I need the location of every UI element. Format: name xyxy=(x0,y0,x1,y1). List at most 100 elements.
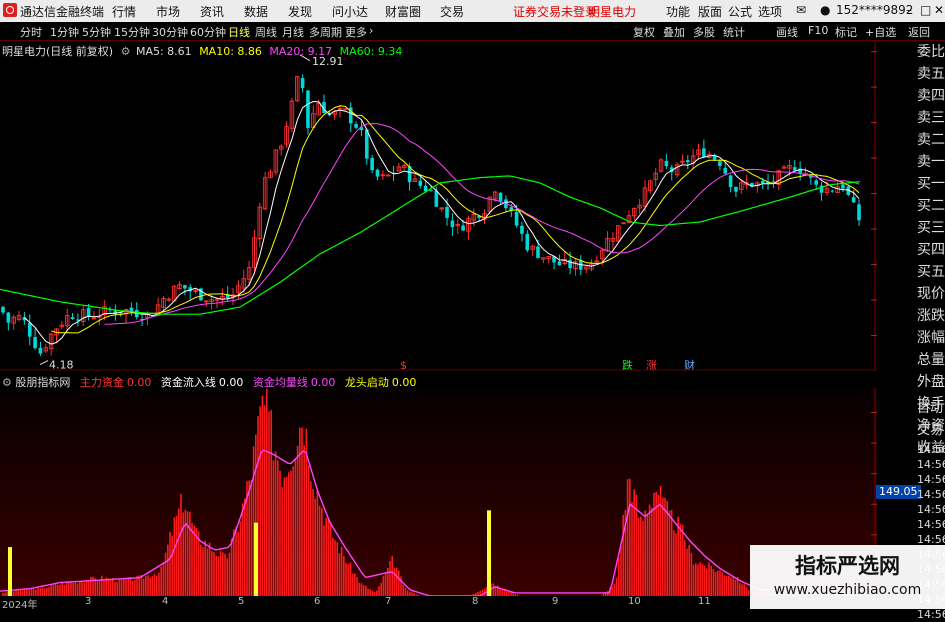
maximize-icon[interactable]: □ xyxy=(920,3,931,17)
fund-bar xyxy=(72,583,74,596)
fund-bar xyxy=(244,498,246,596)
fund-bar xyxy=(717,570,719,596)
menu-caifuquan[interactable]: 财富圈 xyxy=(385,3,421,20)
fund-bar xyxy=(398,571,400,596)
candle xyxy=(552,256,556,269)
tool-zixuan[interactable]: +自选 xyxy=(865,24,896,40)
candle xyxy=(312,106,316,129)
fund-bar xyxy=(330,522,332,596)
top-menu-bar: 通达信金融终端 行情 市场 资讯 数据 发现 问小达 财富圈 交易 证券交易未登… xyxy=(0,0,945,23)
fund-bar xyxy=(248,480,250,596)
quote-label-0: 委比 xyxy=(917,41,945,63)
chat-icon[interactable]: ✉ xyxy=(796,3,806,17)
tool-tongji[interactable]: 统计 xyxy=(723,24,745,40)
tool-f10[interactable]: F10 xyxy=(808,24,828,37)
fund-bar xyxy=(31,589,33,596)
menu-gongshi[interactable]: 公式 xyxy=(728,3,752,20)
candle xyxy=(295,76,299,102)
fund-bar xyxy=(174,517,176,596)
fund-bar xyxy=(649,505,651,596)
leader-start-bar xyxy=(487,510,491,596)
trade-label[interactable]: 交易 xyxy=(917,420,945,442)
fund-bar xyxy=(354,574,356,596)
fund-bar xyxy=(213,552,215,596)
candle xyxy=(354,121,358,129)
tool-fanhui[interactable]: 返回 xyxy=(908,24,930,40)
candle xyxy=(39,342,43,356)
auto-label[interactable]: 自动 xyxy=(917,398,945,420)
trade-login-notice[interactable]: 证券交易未登录 xyxy=(513,3,597,20)
period-more[interactable]: 更多 xyxy=(345,24,367,40)
settings-gear-icon[interactable]: ⚙ xyxy=(121,45,131,58)
fund-bar xyxy=(123,579,125,596)
menu-zixun[interactable]: 资讯 xyxy=(200,3,224,20)
tool-diejia[interactable]: 叠加 xyxy=(663,24,685,40)
fund-bar xyxy=(356,577,358,596)
fund-bar xyxy=(178,509,180,596)
candle xyxy=(820,182,824,201)
period-weekly[interactable]: 周线 xyxy=(255,24,277,40)
tool-biaoji[interactable]: 标记 xyxy=(835,24,857,40)
period-60min[interactable]: 60分钟 xyxy=(190,24,226,40)
period-monthly[interactable]: 月线 xyxy=(282,24,304,40)
tool-fuquan[interactable]: 复权 xyxy=(633,24,655,40)
menu-hangqing[interactable]: 行情 xyxy=(112,3,136,20)
fund-bar xyxy=(167,545,169,596)
quote-label-10: 买五 xyxy=(917,261,945,283)
event-marker-1[interactable]: 跌 xyxy=(622,358,633,371)
menu-gongneng[interactable]: 功能 xyxy=(666,3,690,20)
menu-faxian[interactable]: 发现 xyxy=(288,3,312,20)
candle xyxy=(467,216,471,240)
menu-shuju[interactable]: 数据 xyxy=(244,3,268,20)
period-15min[interactable]: 15分钟 xyxy=(114,24,150,40)
fund-bar xyxy=(684,541,686,596)
fund-bar xyxy=(46,588,48,596)
fund-bar xyxy=(341,547,343,596)
period-fenshi[interactable]: 分时 xyxy=(20,24,42,40)
indicator-gear-icon[interactable]: ⚙ xyxy=(2,376,12,389)
period-5min[interactable]: 5分钟 xyxy=(82,24,111,40)
minimize-icon[interactable]: – xyxy=(906,3,912,17)
period-1min[interactable]: 1分钟 xyxy=(50,24,79,40)
event-marker-3[interactable]: 财 xyxy=(684,358,695,371)
fund-bar xyxy=(495,587,497,596)
tool-huaxian[interactable]: 画线 xyxy=(776,24,798,40)
fund-bar xyxy=(44,589,46,596)
menu-wenxiaoda[interactable]: 问小达 xyxy=(332,3,368,20)
menu-banmian[interactable]: 版面 xyxy=(698,3,722,20)
fund-bar xyxy=(90,577,92,596)
candle xyxy=(456,219,460,233)
fund-bar xyxy=(675,533,677,596)
candle xyxy=(386,174,390,176)
candle xyxy=(12,315,16,330)
period-daily[interactable]: 日线 xyxy=(228,24,250,40)
candle xyxy=(135,302,139,319)
fund-bar xyxy=(611,587,613,596)
fund-bar xyxy=(292,466,294,596)
menu-shichang[interactable]: 市场 xyxy=(156,3,180,20)
event-marker-0[interactable]: $ xyxy=(400,359,407,371)
quote-label-2: 卖四 xyxy=(917,85,945,107)
fund-bar xyxy=(125,579,127,596)
user-avatar-icon[interactable]: ● xyxy=(820,3,830,17)
candle xyxy=(772,175,776,188)
fund-bar xyxy=(666,501,668,596)
user-id[interactable]: 152****9892 xyxy=(836,3,913,17)
event-marker-2[interactable]: 涨 xyxy=(646,359,657,371)
indicator-chart[interactable]: 300.0250.0200.0150.0100.0 xyxy=(0,388,877,596)
fund-bar xyxy=(266,389,268,596)
candle xyxy=(44,344,48,353)
period-more-chevron-icon[interactable]: › xyxy=(369,24,373,37)
candlestick-chart[interactable]: 13.0012.0011.0010.009.008.007.006.005.00… xyxy=(0,41,877,371)
menu-jiaoyi[interactable]: 交易 xyxy=(440,3,464,20)
close-icon[interactable]: ✕ xyxy=(934,3,944,17)
menu-xuanxiang[interactable]: 选项 xyxy=(758,3,782,20)
field-avgvol-value: 0.00 xyxy=(311,376,336,389)
period-multi[interactable]: 多周期 xyxy=(309,24,342,40)
fund-bar xyxy=(75,581,77,596)
candle xyxy=(675,162,679,178)
fund-bar xyxy=(240,521,242,596)
fund-bar xyxy=(224,554,226,596)
period-30min[interactable]: 30分钟 xyxy=(152,24,188,40)
tool-duogu[interactable]: 多股 xyxy=(693,24,715,40)
